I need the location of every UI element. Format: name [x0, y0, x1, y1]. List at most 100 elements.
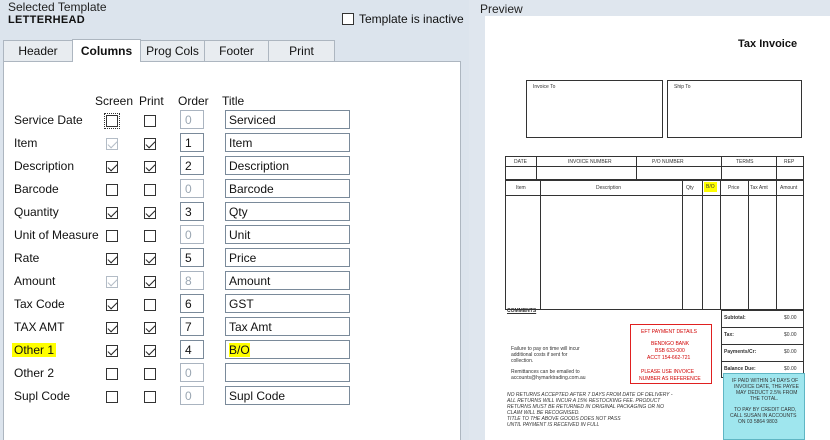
screen-checkbox[interactable]: [106, 253, 118, 265]
subtotal-label: Subtotal:: [724, 315, 746, 321]
title-input[interactable]: [225, 363, 350, 382]
tab-print[interactable]: Print: [268, 40, 335, 61]
title-input[interactable]: Serviced: [225, 110, 350, 129]
title-input[interactable]: Supl Code: [225, 386, 350, 405]
eft-bsb: BSB 633-000: [655, 348, 685, 354]
order-input[interactable]: 6: [180, 294, 204, 313]
screen-checkbox[interactable]: [104, 113, 120, 129]
print-checkbox[interactable]: [144, 345, 156, 357]
order-input[interactable]: 0: [180, 225, 204, 244]
remit-text-2: accounts@hymarktrading.com.au: [511, 375, 586, 381]
column-row-supl-code: Supl Code 0 Supl Code: [0, 386, 469, 408]
eft-heading: EFT PAYMENT DETAILS: [641, 329, 697, 335]
title-input[interactable]: B/O: [225, 340, 350, 359]
print-checkbox[interactable]: [144, 230, 156, 242]
template-inactive-checkbox[interactable]: [342, 13, 354, 25]
row-label: TAX AMT: [14, 320, 65, 334]
title-input[interactable]: Unit: [225, 225, 350, 244]
print-checkbox[interactable]: [144, 322, 156, 334]
print-checkbox[interactable]: [144, 184, 156, 196]
title-input[interactable]: Item: [225, 133, 350, 152]
order-input[interactable]: 0: [180, 110, 204, 129]
balance-value: $0.00: [784, 366, 797, 372]
column-row-amount: Amount 8 Amount: [0, 271, 469, 293]
payments-label: Payments/Cr:: [724, 349, 757, 355]
print-checkbox[interactable]: [144, 391, 156, 403]
screen-checkbox[interactable]: [106, 184, 118, 196]
order-input[interactable]: 0: [180, 386, 204, 405]
print-checkbox[interactable]: [144, 138, 156, 150]
template-inactive-toggle[interactable]: Template is inactive: [342, 12, 464, 26]
order-input[interactable]: 0: [180, 363, 204, 382]
row-label: Amount: [14, 274, 56, 288]
title-input[interactable]: GST: [225, 294, 350, 313]
column-row-other-1: Other 1 4 B/O: [0, 340, 469, 362]
column-row-tax-amt: TAX AMT 7 Tax Amt: [0, 317, 469, 339]
eft-note-2: NUMBER AS REFERENCE: [639, 376, 701, 382]
screen-checkbox[interactable]: [106, 345, 118, 357]
screen-checkbox[interactable]: [106, 161, 118, 173]
col-bo: B/O: [704, 182, 717, 192]
col-terms: TERMS: [736, 159, 754, 165]
tab-footer[interactable]: Footer: [204, 40, 269, 61]
screen-checkbox[interactable]: [106, 391, 118, 403]
title-input[interactable]: Qty: [225, 202, 350, 221]
screen-checkbox[interactable]: [106, 207, 118, 219]
tab-header[interactable]: Header: [3, 40, 73, 61]
row-label: Unit of Measure: [14, 228, 99, 242]
failure-text-3: collection.: [511, 358, 534, 364]
print-checkbox[interactable]: [144, 368, 156, 380]
print-checkbox[interactable]: [144, 207, 156, 219]
print-checkbox[interactable]: [144, 161, 156, 173]
screen-checkbox[interactable]: [106, 368, 118, 380]
row-label: Item: [14, 136, 38, 150]
title-input[interactable]: Price: [225, 248, 350, 267]
print-checkbox[interactable]: [144, 115, 156, 127]
col-po-number: P/O NUMBER: [652, 159, 684, 165]
col-date: DATE: [514, 159, 527, 165]
eft-bank: BENDIGO BANK: [651, 341, 690, 347]
screen-checkbox[interactable]: [106, 276, 118, 288]
order-input[interactable]: 4: [180, 340, 204, 359]
invoice-items-table: Item Description Qty B/O Price Tax Amt A…: [505, 180, 804, 310]
screen-checkbox[interactable]: [106, 322, 118, 334]
order-input[interactable]: 2: [180, 156, 204, 175]
col-tax-amt: Tax Amt: [750, 185, 768, 191]
invoice-to-box: Invoice To: [526, 80, 663, 138]
order-input[interactable]: 5: [180, 248, 204, 267]
row-label: Service Date: [14, 113, 83, 127]
order-input[interactable]: 7: [180, 317, 204, 336]
preview-label: Preview: [480, 2, 523, 16]
col-amount: Amount: [780, 185, 798, 191]
order-input[interactable]: 1: [180, 133, 204, 152]
title-input[interactable]: Amount: [225, 271, 350, 290]
title-input-value: B/O: [229, 343, 250, 357]
balance-label: Balance Due:: [724, 366, 756, 372]
col-rep: REP: [784, 159, 795, 165]
title-input[interactable]: Tax Amt: [225, 317, 350, 336]
invoice-preview-page: Tax Invoice Invoice To Ship To DATE INVO…: [485, 16, 830, 440]
screen-column-header: Screen: [95, 94, 134, 108]
order-input[interactable]: 8: [180, 271, 204, 290]
row-label: Other 2: [14, 366, 55, 380]
paid-text-7: ON 03 5864 9803: [738, 419, 778, 425]
screen-checkbox[interactable]: [106, 299, 118, 311]
row-label: Rate: [14, 251, 40, 265]
screen-checkbox[interactable]: [106, 230, 118, 242]
title-input[interactable]: Barcode: [225, 179, 350, 198]
column-row-rate: Rate 5 Price: [0, 248, 469, 270]
ship-to-label: Ship To: [674, 84, 691, 90]
col-price: Price: [728, 185, 740, 191]
eft-note-1: PLEASE USE INVOICE: [641, 369, 695, 375]
preview-pane: Preview Tax Invoice Invoice To Ship To D…: [473, 0, 830, 440]
tab-prog-cols[interactable]: Prog Cols: [140, 40, 205, 61]
print-checkbox[interactable]: [144, 253, 156, 265]
order-input[interactable]: 3: [180, 202, 204, 221]
print-checkbox[interactable]: [144, 276, 156, 288]
col-invoice-number: INVOICE NUMBER: [568, 159, 612, 165]
screen-checkbox[interactable]: [106, 138, 118, 150]
tab-columns[interactable]: Columns: [72, 39, 141, 62]
print-checkbox[interactable]: [144, 299, 156, 311]
order-input[interactable]: 0: [180, 179, 204, 198]
title-input[interactable]: Description: [225, 156, 350, 175]
